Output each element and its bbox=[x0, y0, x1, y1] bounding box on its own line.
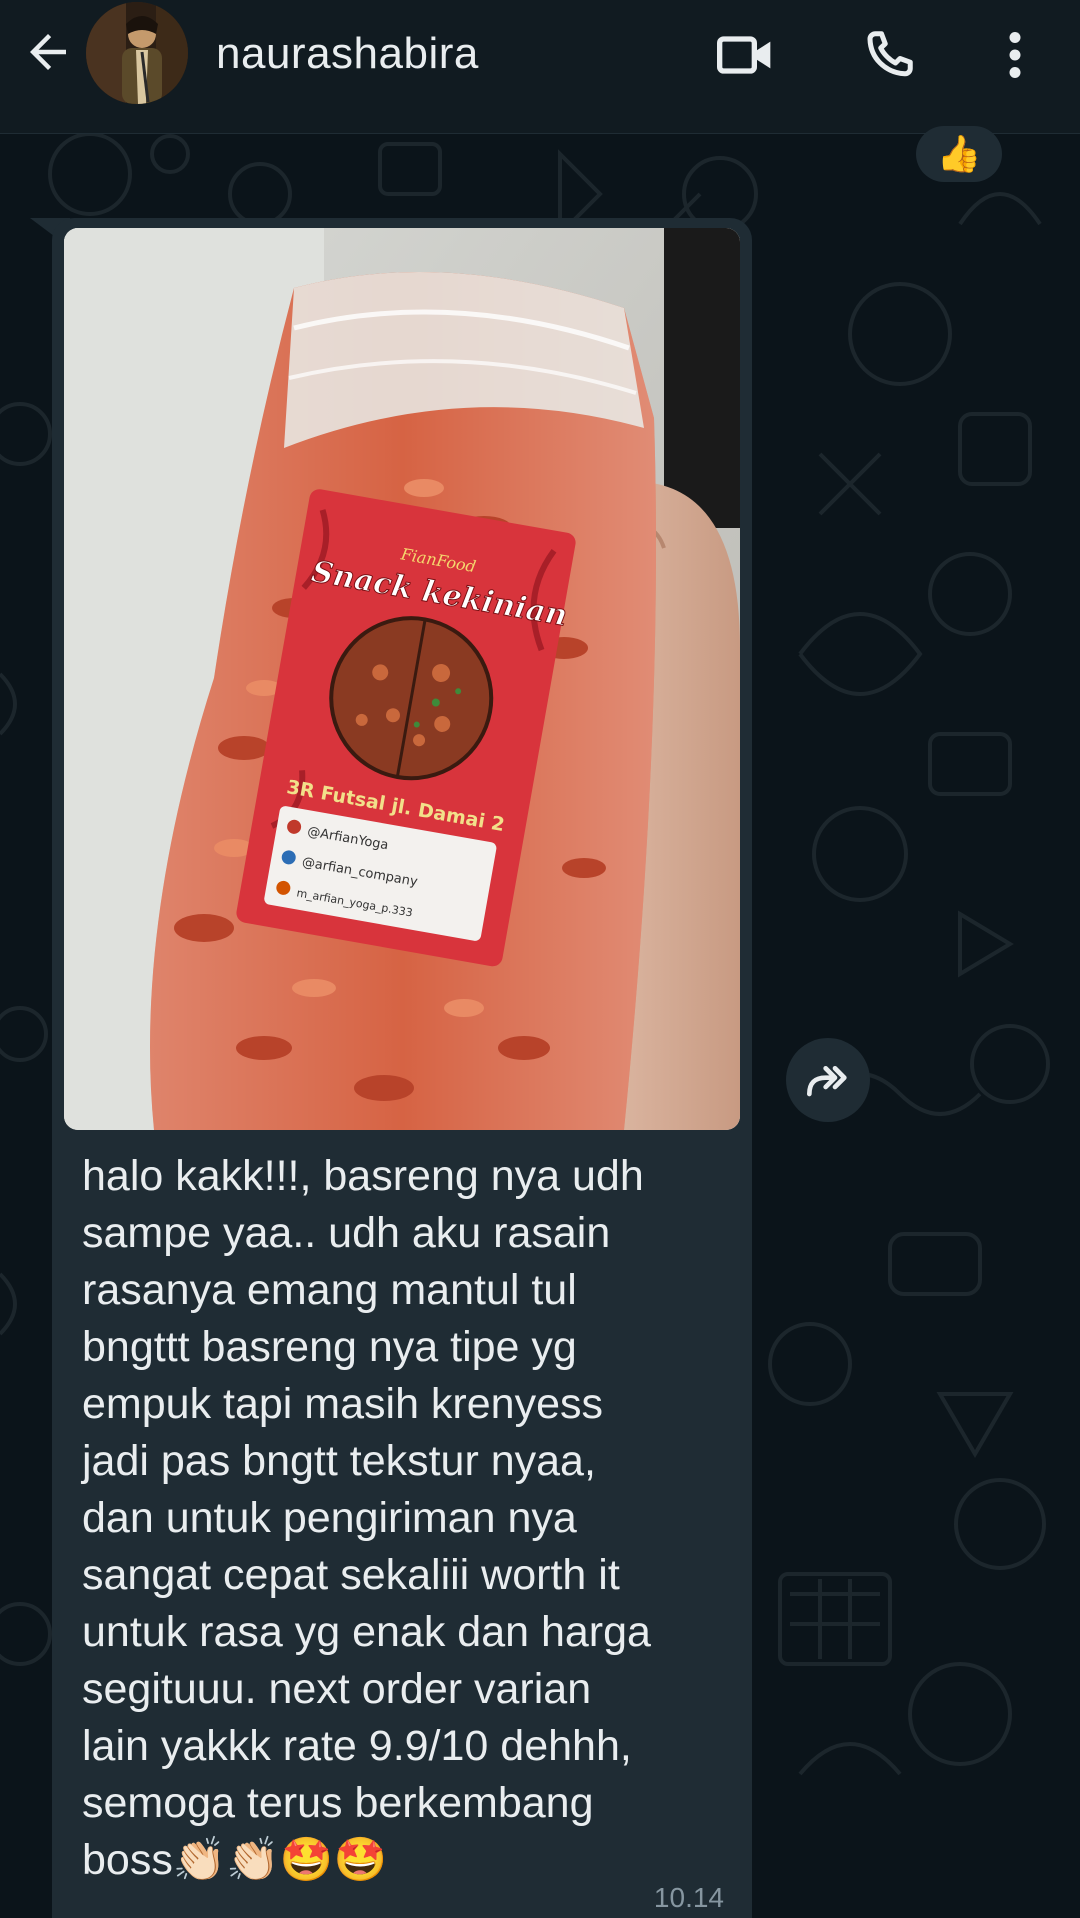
message-image[interactable]: FianFood Snack kekinian 3R Futsal jl. Da… bbox=[64, 228, 740, 1130]
phone-icon bbox=[867, 31, 913, 77]
contact-name[interactable]: naurashabira bbox=[216, 26, 479, 82]
voice-call-button[interactable] bbox=[854, 20, 924, 90]
forward-button[interactable] bbox=[786, 1038, 870, 1122]
back-button[interactable] bbox=[18, 22, 78, 82]
avatar[interactable] bbox=[86, 2, 188, 104]
vertical-dots-icon bbox=[1009, 32, 1021, 78]
forward-icon bbox=[807, 1066, 847, 1097]
video-call-button[interactable] bbox=[710, 20, 780, 90]
video-camera-icon bbox=[717, 36, 771, 74]
message-text: halo kakk!!!, basreng nya udh sampe yaa.… bbox=[82, 1152, 651, 1884]
chat-header: naurashabira bbox=[0, 0, 1080, 134]
message-time: 10.14 bbox=[653, 1882, 724, 1913]
reaction-badge[interactable]: 👍 bbox=[916, 126, 1002, 182]
arrow-left-icon bbox=[30, 34, 66, 70]
reaction-emoji: 👍 bbox=[936, 133, 982, 174]
menu-button[interactable] bbox=[980, 20, 1050, 90]
